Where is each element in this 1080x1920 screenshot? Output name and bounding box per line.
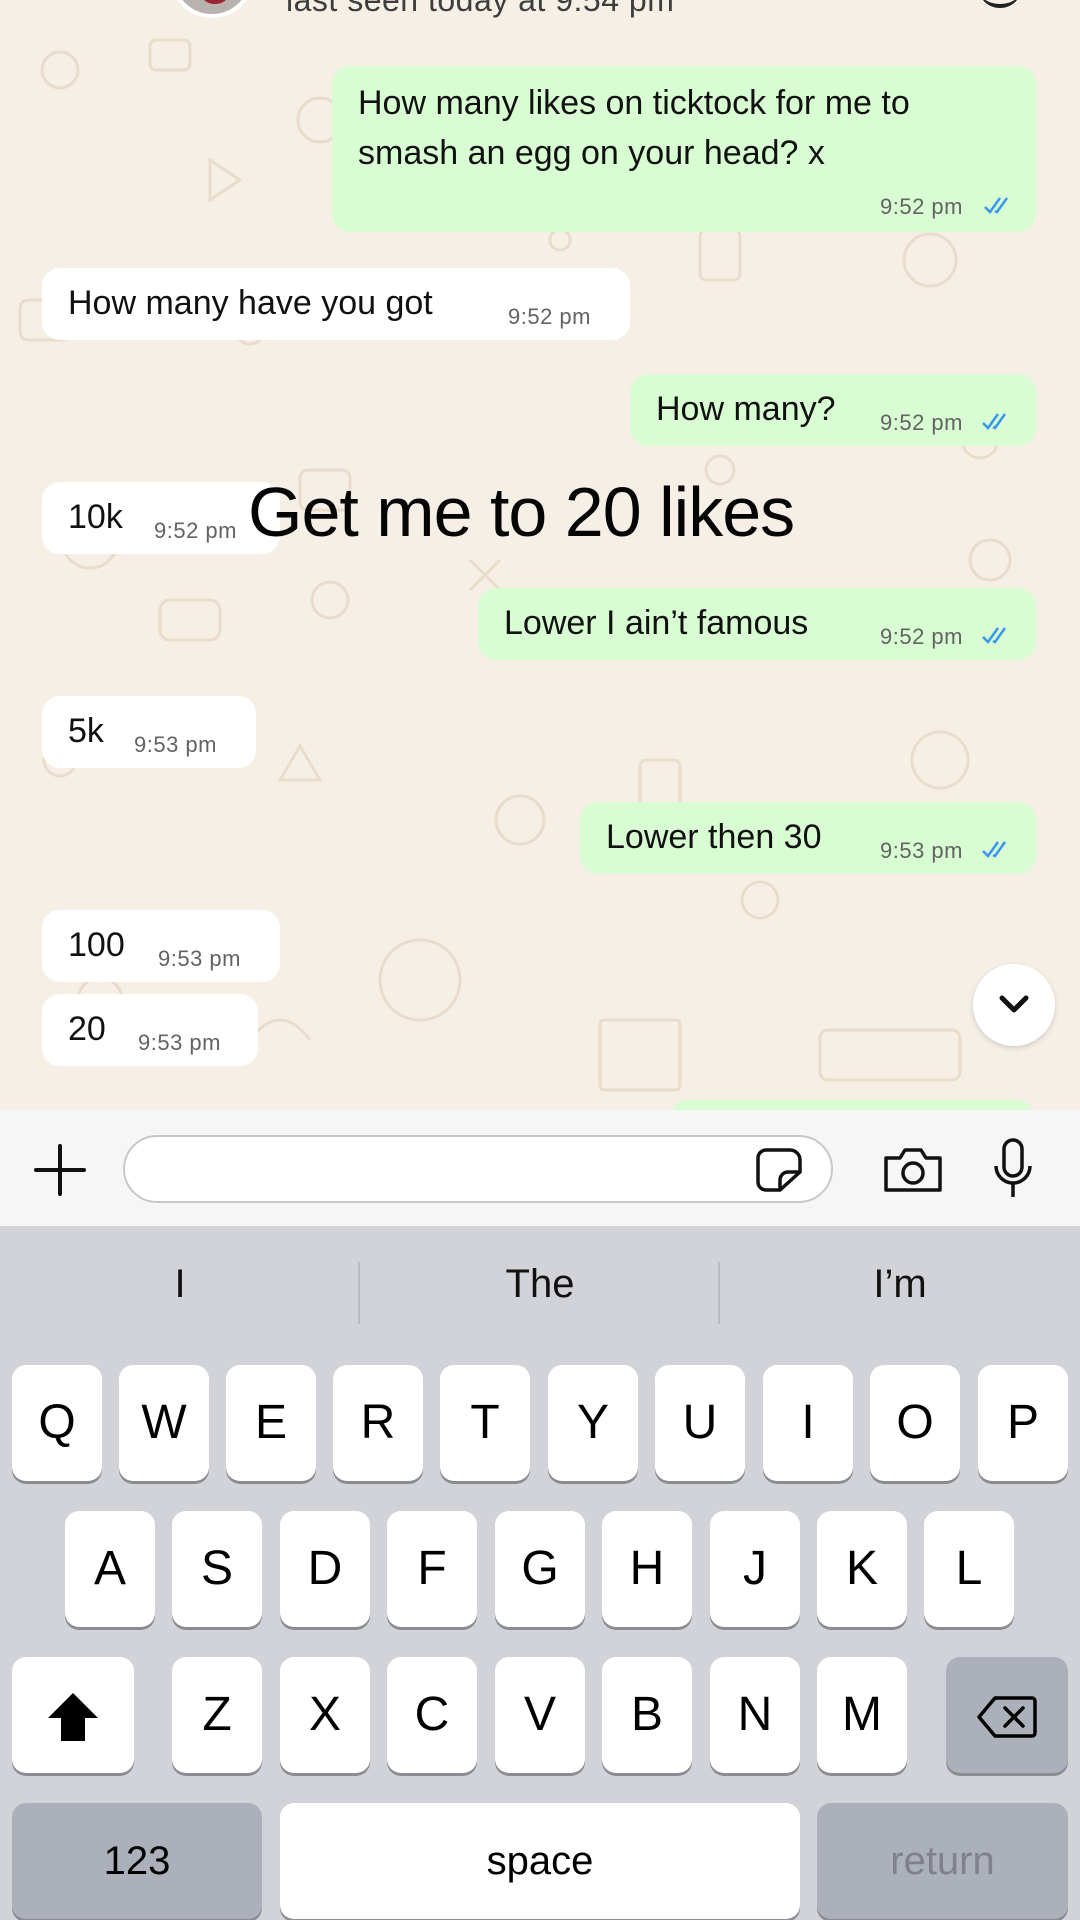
message-text: 10k: [68, 498, 123, 536]
key-h[interactable]: H: [602, 1511, 692, 1627]
avatar[interactable]: [170, 0, 254, 18]
key-f[interactable]: F: [387, 1511, 477, 1627]
message-time: 9:52 pm: [508, 304, 591, 329]
message-outgoing-partial: [672, 1100, 1032, 1110]
double-check-icon: [982, 413, 1007, 430]
key-v[interactable]: V: [495, 1657, 585, 1773]
key-x[interactable]: X: [280, 1657, 370, 1773]
backspace-icon: [977, 1696, 1037, 1739]
key-p[interactable]: P: [978, 1365, 1068, 1481]
message-text: How many?: [656, 390, 836, 428]
message-time: 9:53 pm: [134, 732, 217, 757]
plus-icon[interactable]: [34, 1144, 86, 1196]
message-outgoing[interactable]: How many? 9:52 pm: [630, 374, 1036, 446]
message-text: Lower then 30: [606, 818, 822, 856]
message-time: 9:52 pm: [880, 624, 963, 649]
key-c[interactable]: C: [387, 1657, 477, 1773]
microphone-icon[interactable]: [992, 1138, 1034, 1200]
key-w[interactable]: W: [119, 1365, 209, 1481]
key-e[interactable]: E: [226, 1365, 316, 1481]
message-text: smash an egg on your head? x: [358, 134, 825, 172]
key-g[interactable]: G: [495, 1511, 585, 1627]
message-text: 20: [68, 1010, 106, 1048]
key-i[interactable]: I: [763, 1365, 853, 1481]
key-a[interactable]: A: [65, 1511, 155, 1627]
suggestion-item[interactable]: I: [0, 1262, 360, 1307]
sticker-icon[interactable]: [756, 1148, 802, 1192]
key-d[interactable]: D: [280, 1511, 370, 1627]
message-incoming[interactable]: 5k 9:53 pm: [42, 696, 256, 768]
message-text: How many have you got: [68, 284, 433, 322]
numbers-key[interactable]: 123: [12, 1803, 262, 1919]
chat-header[interactable]: last seen today at 9:54 pm: [0, 0, 1080, 32]
message-time: 9:53 pm: [138, 1030, 221, 1055]
shift-key[interactable]: [12, 1657, 134, 1773]
message-time: 9:52 pm: [880, 194, 963, 219]
key-m[interactable]: M: [817, 1657, 907, 1773]
message-time: 9:53 pm: [880, 838, 963, 863]
shift-icon: [48, 1693, 98, 1742]
message-text: How many likes on ticktock for me to: [358, 84, 910, 122]
key-n[interactable]: N: [710, 1657, 800, 1773]
key-s[interactable]: S: [172, 1511, 262, 1627]
key-b[interactable]: B: [602, 1657, 692, 1773]
camera-icon[interactable]: [882, 1146, 944, 1194]
key-q[interactable]: Q: [12, 1365, 102, 1481]
key-y[interactable]: Y: [548, 1365, 638, 1481]
key-u[interactable]: U: [655, 1365, 745, 1481]
chat-area[interactable]: last seen today at 9:54 pm How many like…: [0, 0, 1080, 1110]
message-text: Lower I ain’t famous: [504, 604, 809, 642]
key-k[interactable]: K: [817, 1511, 907, 1627]
message-time: 9:53 pm: [158, 946, 241, 971]
message-time: 9:52 pm: [154, 518, 237, 543]
scroll-to-bottom-button[interactable]: [973, 964, 1055, 1046]
message-outgoing[interactable]: Lower I ain’t famous 9:52 pm: [478, 588, 1036, 660]
return-key[interactable]: return: [817, 1803, 1068, 1919]
message-incoming[interactable]: How many have you got 9:52 pm: [42, 268, 630, 340]
double-check-icon: [984, 197, 1009, 214]
delete-key[interactable]: [946, 1657, 1068, 1773]
double-check-icon: [982, 841, 1007, 858]
message-incoming[interactable]: 10k 9:52 pm: [42, 482, 280, 554]
double-check-icon: [982, 627, 1007, 644]
key-r[interactable]: R: [333, 1365, 423, 1481]
suggestion-item[interactable]: The: [360, 1262, 720, 1307]
key-l[interactable]: L: [924, 1511, 1014, 1627]
key-j[interactable]: J: [710, 1511, 800, 1627]
message-text: 100: [68, 926, 125, 964]
space-key[interactable]: space: [280, 1803, 800, 1919]
message-incoming[interactable]: 20 9:53 pm: [42, 994, 258, 1066]
message-outgoing[interactable]: Lower then 30 9:53 pm: [580, 802, 1036, 874]
key-t[interactable]: T: [440, 1365, 530, 1481]
key-o[interactable]: O: [870, 1365, 960, 1481]
message-input[interactable]: [123, 1135, 833, 1203]
header-action-icon[interactable]: [980, 0, 1020, 8]
suggestion-item[interactable]: I’m: [720, 1262, 1080, 1307]
message-incoming[interactable]: 100 9:53 pm: [42, 910, 280, 982]
key-z[interactable]: Z: [172, 1657, 262, 1773]
last-seen-status: last seen today at 9:54 pm: [286, 0, 675, 18]
message-text: 5k: [68, 712, 104, 750]
message-time: 9:52 pm: [880, 410, 963, 435]
chevron-down-icon: [999, 995, 1029, 1013]
overlay-caption: Get me to 20 likes: [248, 473, 795, 551]
message-outgoing[interactable]: How many likes on ticktock for me to sma…: [332, 66, 1036, 232]
